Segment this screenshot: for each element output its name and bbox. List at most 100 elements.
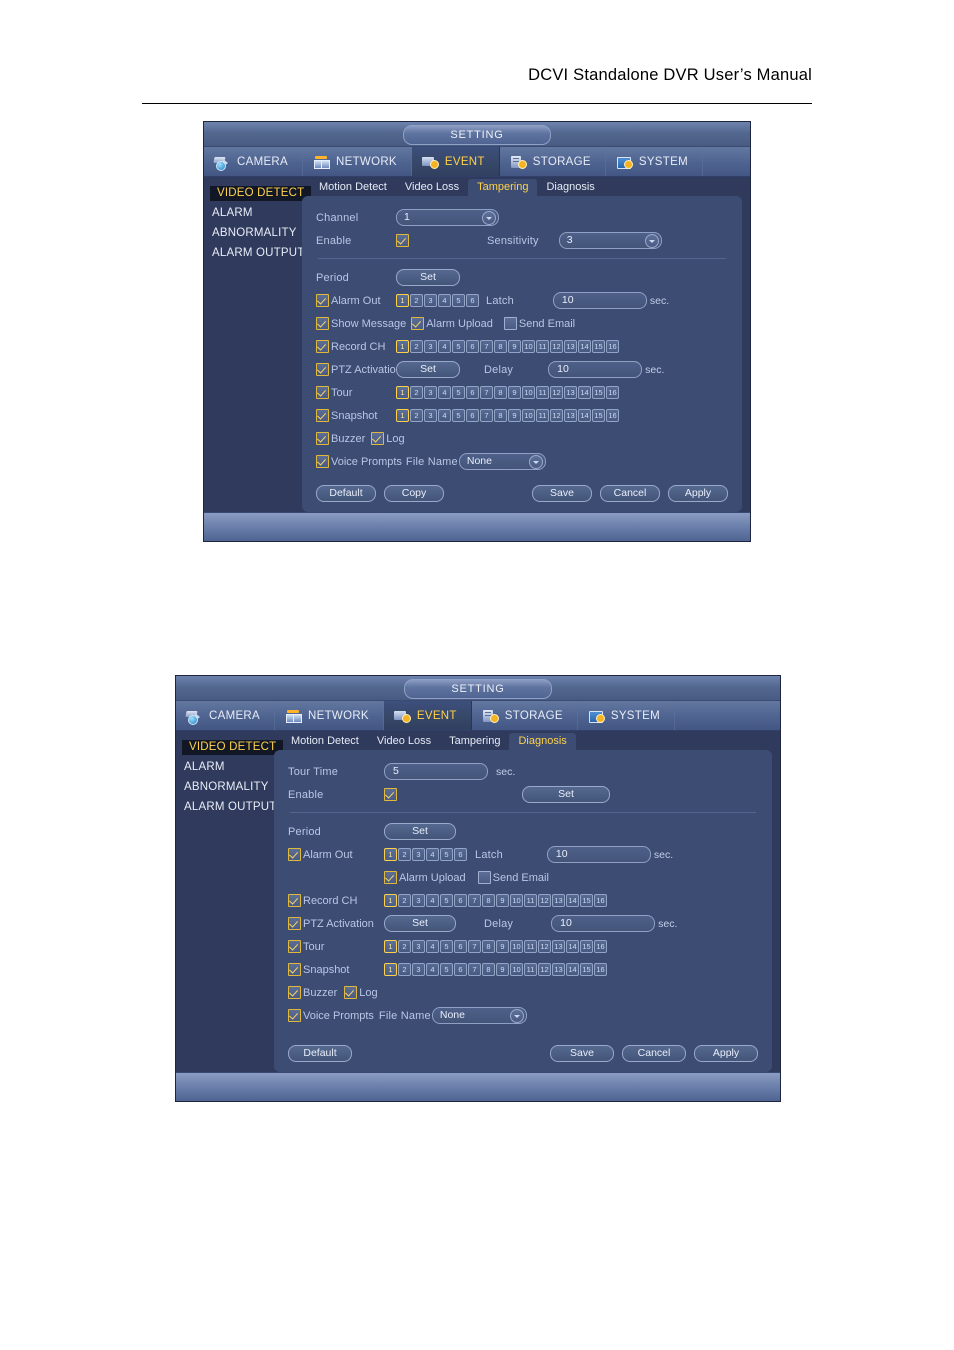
snapshot-channel[interactable]: 9: [508, 409, 521, 422]
ptz-set-button[interactable]: Set: [396, 361, 460, 378]
tab-event[interactable]: EVENT: [383, 701, 472, 730]
tour-channel[interactable]: 1: [384, 940, 397, 953]
record-ch-channel[interactable]: 16: [594, 894, 607, 907]
send-email-checkbox[interactable]: [477, 871, 491, 884]
voice-prompts-checkbox[interactable]: [316, 455, 329, 468]
record-ch-channel[interactable]: 6: [454, 894, 467, 907]
tour-checkbox[interactable]: [316, 386, 329, 399]
tour-channel[interactable]: 11: [536, 386, 549, 399]
log-checkbox-group[interactable]: Log: [344, 986, 378, 999]
record-ch-channel[interactable]: 10: [510, 894, 523, 907]
record-ch-channel[interactable]: 1: [396, 340, 409, 353]
record-ch-channel[interactable]: 11: [524, 894, 537, 907]
sensitivity-select[interactable]: 3: [558, 232, 662, 249]
snapshot-checkbox-group[interactable]: Snapshot: [288, 963, 384, 976]
subtab-motion-detect[interactable]: Motion Detect: [310, 179, 396, 196]
snapshot-channel[interactable]: 15: [592, 409, 605, 422]
alarm-out-channel[interactable]: 3: [412, 848, 425, 861]
subtab-tampering[interactable]: Tampering: [440, 733, 509, 750]
snapshot-channel[interactable]: 5: [452, 409, 465, 422]
record-ch-channel[interactable]: 8: [494, 340, 507, 353]
record-ch-channel[interactable]: 3: [424, 340, 437, 353]
tour-channel[interactable]: 4: [426, 940, 439, 953]
tour-channel[interactable]: 8: [482, 940, 495, 953]
tour-channel[interactable]: 16: [594, 940, 607, 953]
alarm-upload-checkbox[interactable]: [384, 871, 397, 884]
record-ch-channel[interactable]: 4: [438, 340, 451, 353]
snapshot-channel[interactable]: 4: [426, 963, 439, 976]
log-checkbox-group[interactable]: Log: [371, 432, 405, 445]
record-ch-channel[interactable]: 2: [398, 894, 411, 907]
buzzer-checkbox-group[interactable]: Buzzer: [288, 986, 337, 999]
subtab-diagnosis[interactable]: Diagnosis: [537, 179, 603, 196]
enable-checkbox[interactable]: [396, 234, 409, 247]
snapshot-channel[interactable]: 5: [440, 963, 453, 976]
delay-input[interactable]: 10: [548, 361, 643, 378]
record-ch-channel[interactable]: 15: [580, 894, 593, 907]
record-ch-channel[interactable]: 14: [566, 894, 579, 907]
alarm-out-channel[interactable]: 4: [426, 848, 439, 861]
log-checkbox[interactable]: [371, 432, 385, 445]
alarm-out-channel[interactable]: 6: [466, 294, 479, 307]
snapshot-channel[interactable]: 12: [538, 963, 551, 976]
alarm-out-channel[interactable]: 6: [454, 848, 467, 861]
sidebar-item-abnormality[interactable]: ABNORMALITY: [204, 225, 302, 241]
record-ch-checkbox[interactable]: [316, 340, 329, 353]
snapshot-channels[interactable]: 1 2 3 4 5 6 7 8 9 10 11 12 13 14 15 16: [396, 409, 619, 422]
tour-channel[interactable]: 12: [550, 386, 563, 399]
tour-channel[interactable]: 7: [480, 386, 493, 399]
save-button[interactable]: Save: [550, 1045, 614, 1062]
snapshot-channel[interactable]: 11: [536, 409, 549, 422]
snapshot-channel[interactable]: 4: [438, 409, 451, 422]
alarm-out-checkbox[interactable]: [316, 294, 329, 307]
snapshot-channel[interactable]: 6: [454, 963, 467, 976]
tour-channel[interactable]: 16: [606, 386, 619, 399]
record-ch-channel[interactable]: 13: [552, 894, 565, 907]
snapshot-channel[interactable]: 7: [480, 409, 493, 422]
alarm-upload-checkbox[interactable]: [411, 317, 425, 330]
alarm-out-channel[interactable]: 1: [384, 848, 397, 861]
tour-channel[interactable]: 11: [524, 940, 537, 953]
alarm-out-checkbox-group[interactable]: Alarm Out: [288, 848, 384, 861]
snapshot-channel[interactable]: 6: [466, 409, 479, 422]
tab-storage[interactable]: STORAGE: [500, 147, 606, 176]
tour-channel[interactable]: 9: [508, 386, 521, 399]
snapshot-channel[interactable]: 14: [578, 409, 591, 422]
snapshot-channel[interactable]: 8: [482, 963, 495, 976]
snapshot-channel[interactable]: 12: [550, 409, 563, 422]
tour-channel[interactable]: 10: [522, 386, 535, 399]
record-ch-channel[interactable]: 12: [538, 894, 551, 907]
ptz-activation-checkbox[interactable]: [288, 917, 301, 930]
default-button[interactable]: Default: [316, 485, 376, 502]
snapshot-channel[interactable]: 13: [564, 409, 577, 422]
snapshot-channel[interactable]: 2: [410, 409, 423, 422]
record-ch-channel[interactable]: 10: [522, 340, 535, 353]
snapshot-channel[interactable]: 16: [606, 409, 619, 422]
subtab-diagnosis[interactable]: Diagnosis: [509, 733, 576, 750]
tour-checkbox[interactable]: [288, 940, 301, 953]
voice-prompts-checkbox[interactable]: [288, 1009, 301, 1022]
alarm-out-channel[interactable]: 4: [438, 294, 451, 307]
tour-channel[interactable]: 7: [468, 940, 481, 953]
tour-channel[interactable]: 2: [410, 386, 423, 399]
snapshot-channels[interactable]: 1 2 3 4 5 6 7 8 9 10 11 12 13 14 15 16: [384, 963, 607, 976]
tour-channel[interactable]: 6: [454, 940, 467, 953]
alarm-out-checkbox[interactable]: [288, 848, 301, 861]
tab-network[interactable]: NETWORK: [303, 147, 412, 176]
show-message-checkbox-group[interactable]: Show Message: [316, 317, 406, 330]
send-email-checkbox-group[interactable]: Send Email: [503, 317, 575, 330]
cancel-button[interactable]: Cancel: [600, 485, 660, 502]
enable-set-button[interactable]: Set: [522, 786, 610, 803]
tour-channel[interactable]: 3: [412, 940, 425, 953]
sidebar-item-abnormality[interactable]: ABNORMALITY: [176, 779, 274, 795]
tour-channel[interactable]: 3: [424, 386, 437, 399]
snapshot-checkbox[interactable]: [316, 409, 329, 422]
tour-channel[interactable]: 13: [552, 940, 565, 953]
record-ch-checkbox[interactable]: [288, 894, 301, 907]
alarm-out-channels[interactable]: 1 2 3 4 5 6: [396, 294, 479, 307]
sidebar-item-alarm-output[interactable]: ALARM OUTPUT: [176, 799, 276, 815]
alarm-out-channel[interactable]: 2: [410, 294, 423, 307]
sidebar-item-alarm-output[interactable]: ALARM OUTPUT: [204, 245, 304, 261]
apply-button[interactable]: Apply: [694, 1045, 758, 1062]
send-email-checkbox-group[interactable]: Send Email: [477, 871, 549, 884]
